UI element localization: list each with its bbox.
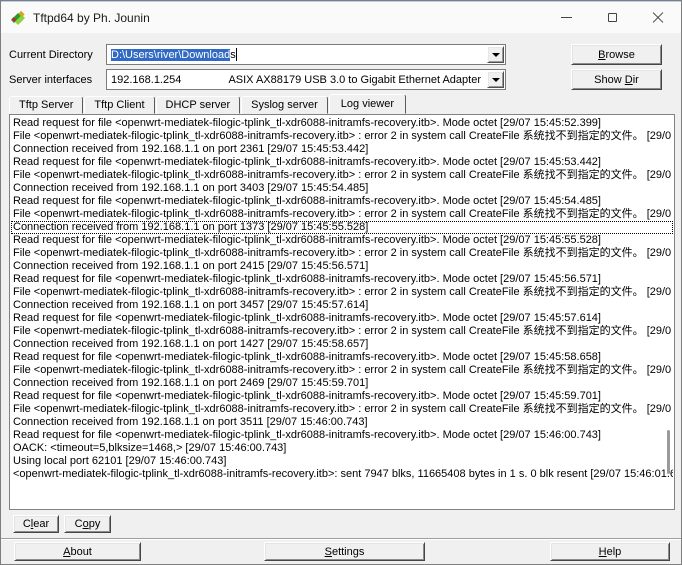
log-line[interactable]: File <openwrt-mediatek-filogic-tplink_tl…	[11, 403, 673, 416]
log-line[interactable]: File <openwrt-mediatek-filogic-tplink_tl…	[11, 169, 673, 182]
tab-log-viewer[interactable]: Log viewer	[329, 94, 406, 114]
log-line[interactable]: Read request for file <openwrt-mediatek-…	[11, 117, 673, 130]
tftpd64-window: Tftpd64 by Ph. Jounin Current Directory …	[0, 0, 682, 565]
tab-tftp-server[interactable]: Tftp Server	[9, 96, 83, 114]
log-scrollbar[interactable]	[667, 430, 670, 474]
minimize-icon	[561, 17, 572, 18]
current-directory-dropdown-button[interactable]	[487, 46, 504, 63]
log-line[interactable]: File <openwrt-mediatek-filogic-tplink_tl…	[11, 325, 673, 338]
clear-button[interactable]: Clear	[13, 515, 59, 533]
close-icon	[652, 12, 664, 24]
log-line[interactable]: Read request for file <openwrt-mediatek-…	[11, 273, 673, 286]
tab-syslog-server[interactable]: Syslog server	[241, 96, 328, 114]
tab-dhcp-server[interactable]: DHCP server	[156, 96, 241, 114]
log-line[interactable]: File <openwrt-mediatek-filogic-tplink_tl…	[11, 130, 673, 143]
log-line[interactable]: Connection received from 192.168.1.1 on …	[11, 221, 673, 234]
log-line[interactable]: File <openwrt-mediatek-filogic-tplink_tl…	[11, 286, 673, 299]
log-line[interactable]: Read request for file <openwrt-mediatek-…	[11, 351, 673, 364]
window-title: Tftpd64 by Ph. Jounin	[33, 11, 150, 25]
log-line[interactable]: Using local port 62101 [29/07 15:46:00.7…	[11, 455, 673, 468]
log-line[interactable]: Read request for file <openwrt-mediatek-…	[11, 390, 673, 403]
log-line[interactable]: Connection received from 192.168.1.1 on …	[11, 143, 673, 156]
log-line[interactable]: <openwrt-mediatek-filogic-tplink_tl-xdr6…	[11, 468, 673, 481]
settings-button[interactable]: Settings	[264, 542, 425, 561]
log-line[interactable]: Connection received from 192.168.1.1 on …	[11, 182, 673, 195]
copy-button[interactable]: Copy	[64, 515, 111, 533]
log-line[interactable]: File <openwrt-mediatek-filogic-tplink_tl…	[11, 364, 673, 377]
maximize-button[interactable]	[589, 2, 635, 34]
app-icon	[10, 10, 27, 25]
bottom-separator	[1, 538, 681, 540]
server-interfaces-label: Server interfaces	[9, 74, 92, 86]
current-directory-combo[interactable]: D:\Users\river\Downloads	[106, 44, 506, 65]
interface-ip: 192.168.1.254	[111, 74, 181, 86]
log-list: Read request for file <openwrt-mediatek-…	[11, 117, 673, 481]
tab-bar: Tftp ServerTftp ClientDHCP serverSyslog …	[9, 94, 407, 114]
browse-button[interactable]: Browse	[571, 44, 662, 65]
log-line[interactable]: File <openwrt-mediatek-filogic-tplink_tl…	[11, 208, 673, 221]
titlebar: Tftpd64 by Ph. Jounin	[1, 1, 681, 33]
log-line[interactable]: Read request for file <openwrt-mediatek-…	[11, 429, 673, 442]
server-interfaces-dropdown-button[interactable]	[487, 71, 504, 88]
help-button[interactable]: Help	[550, 542, 670, 561]
log-panel: Read request for file <openwrt-mediatek-…	[9, 114, 675, 510]
log-line[interactable]: Connection received from 192.168.1.1 on …	[11, 260, 673, 273]
caption-buttons	[543, 2, 681, 34]
log-line[interactable]: Read request for file <openwrt-mediatek-…	[11, 195, 673, 208]
close-button[interactable]	[635, 2, 681, 34]
log-line[interactable]: File <openwrt-mediatek-filogic-tplink_tl…	[11, 247, 673, 260]
log-line[interactable]: Connection received from 192.168.1.1 on …	[11, 338, 673, 351]
current-directory-label: Current Directory	[9, 49, 93, 61]
text-caret	[236, 48, 237, 61]
current-directory-value-selected: D:\Users\river\Download	[111, 49, 230, 61]
interface-adapter: ASIX AX88179 USB 3.0 to Gigabit Ethernet…	[228, 74, 485, 86]
minimize-button[interactable]	[543, 2, 589, 34]
log-line[interactable]: OACK: <timeout=5,blksize=1468,> [29/07 1…	[11, 442, 673, 455]
log-line[interactable]: Read request for file <openwrt-mediatek-…	[11, 156, 673, 169]
log-line[interactable]: Connection received from 192.168.1.1 on …	[11, 299, 673, 312]
chevron-down-icon	[492, 53, 500, 61]
maximize-icon	[608, 13, 617, 22]
tab-tftp-client[interactable]: Tftp Client	[84, 96, 154, 114]
log-line[interactable]: Connection received from 192.168.1.1 on …	[11, 416, 673, 429]
about-button[interactable]: About	[14, 542, 141, 561]
log-line[interactable]: Read request for file <openwrt-mediatek-…	[11, 312, 673, 325]
server-interfaces-combo[interactable]: 192.168.1.254 ASIX AX88179 USB 3.0 to Gi…	[106, 69, 506, 90]
show-dir-button[interactable]: Show Dir	[571, 69, 662, 90]
log-line[interactable]: Read request for file <openwrt-mediatek-…	[11, 234, 673, 247]
chevron-down-icon	[492, 78, 500, 86]
log-line[interactable]: Connection received from 192.168.1.1 on …	[11, 377, 673, 390]
